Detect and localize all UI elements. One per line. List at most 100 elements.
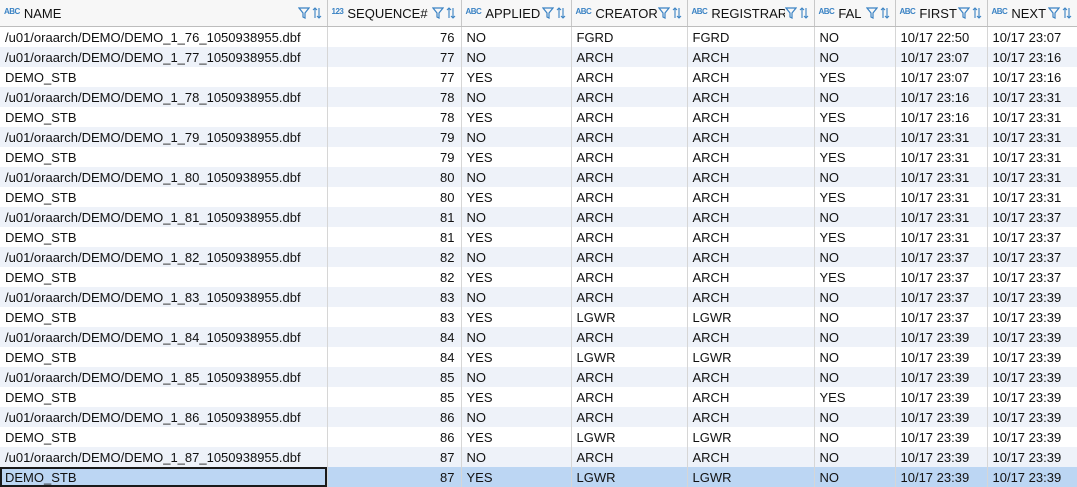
fal-cell[interactable]: NO xyxy=(814,307,896,327)
table-row[interactable]: DEMO_STB 82 YES ARCH ARCH YES 10/17 23:37 10/17… xyxy=(0,267,1077,287)
first-cell[interactable]: 10/17 23:39 xyxy=(895,447,988,467)
name-cell[interactable]: DEMO_STB xyxy=(0,467,328,487)
next-cell[interactable]: 10/17 23:39 xyxy=(987,467,1077,487)
sort-icon[interactable] xyxy=(672,6,684,20)
name-cell[interactable]: /u01/oraarch/DEMO/DEMO_1_78_1050938955.d… xyxy=(0,87,328,107)
table-row[interactable]: /u01/oraarch/DEMO/DEMO_1_85_1050938955.d… xyxy=(0,367,1077,387)
name-cell[interactable]: DEMO_STB xyxy=(0,147,328,167)
sort-icon[interactable] xyxy=(312,6,324,20)
sequence-cell[interactable]: 79 xyxy=(327,127,462,147)
sort-icon[interactable] xyxy=(446,6,458,20)
name-cell[interactable]: DEMO_STB xyxy=(0,107,328,127)
table-row[interactable]: /u01/oraarch/DEMO/DEMO_1_87_1050938955.d… xyxy=(0,447,1077,467)
first-cell[interactable]: 10/17 23:31 xyxy=(895,207,988,227)
filter-icon[interactable] xyxy=(297,6,310,20)
registrar-cell[interactable]: LGWR xyxy=(687,467,815,487)
name-cell[interactable]: DEMO_STB xyxy=(0,387,328,407)
creator-cell[interactable]: ARCH xyxy=(571,327,688,347)
sequence-cell[interactable]: 79 xyxy=(327,147,462,167)
table-row[interactable]: /u01/oraarch/DEMO/DEMO_1_81_1050938955.d… xyxy=(0,207,1077,227)
applied-cell[interactable]: NO xyxy=(461,87,572,107)
first-cell[interactable]: 10/17 23:31 xyxy=(895,127,988,147)
next-cell[interactable]: 10/17 23:39 xyxy=(987,327,1077,347)
registrar-cell[interactable]: ARCH xyxy=(687,207,815,227)
registrar-cell[interactable]: ARCH xyxy=(687,147,815,167)
fal-cell[interactable]: NO xyxy=(814,287,896,307)
applied-cell[interactable]: YES xyxy=(461,187,572,207)
applied-cell[interactable]: NO xyxy=(461,327,572,347)
sort-icon[interactable] xyxy=(880,6,892,20)
sequence-cell[interactable]: 77 xyxy=(327,67,462,87)
applied-cell[interactable]: NO xyxy=(461,287,572,307)
creator-cell[interactable]: ARCH xyxy=(571,367,688,387)
name-cell[interactable]: DEMO_STB xyxy=(0,307,328,327)
name-cell[interactable]: /u01/oraarch/DEMO/DEMO_1_80_1050938955.d… xyxy=(0,167,328,187)
sequence-cell[interactable]: 84 xyxy=(327,347,462,367)
table-row[interactable]: /u01/oraarch/DEMO/DEMO_1_82_1050938955.d… xyxy=(0,247,1077,267)
applied-cell[interactable]: YES xyxy=(461,427,572,447)
name-cell[interactable]: DEMO_STB xyxy=(0,227,328,247)
next-cell[interactable]: 10/17 23:39 xyxy=(987,307,1077,327)
name-cell[interactable]: DEMO_STB xyxy=(0,427,328,447)
name-cell[interactable]: /u01/oraarch/DEMO/DEMO_1_84_1050938955.d… xyxy=(0,327,328,347)
sequence-cell[interactable]: 81 xyxy=(327,207,462,227)
first-cell[interactable]: 10/17 23:31 xyxy=(895,147,988,167)
next-cell[interactable]: 10/17 23:07 xyxy=(987,26,1077,47)
column-header-sequence[interactable]: 123 SEQUENCE# xyxy=(327,0,462,27)
table-row[interactable]: /u01/oraarch/DEMO/DEMO_1_86_1050938955.d… xyxy=(0,407,1077,427)
registrar-cell[interactable]: ARCH xyxy=(687,107,815,127)
fal-cell[interactable]: YES xyxy=(814,187,896,207)
creator-cell[interactable]: ARCH xyxy=(571,287,688,307)
first-cell[interactable]: 10/17 23:39 xyxy=(895,467,988,487)
name-cell[interactable]: DEMO_STB xyxy=(0,67,328,87)
sequence-cell[interactable]: 81 xyxy=(327,227,462,247)
next-cell[interactable]: 10/17 23:31 xyxy=(987,187,1077,207)
first-cell[interactable]: 10/17 23:39 xyxy=(895,347,988,367)
fal-cell[interactable]: YES xyxy=(814,107,896,127)
name-cell[interactable]: DEMO_STB xyxy=(0,187,328,207)
applied-cell[interactable]: YES xyxy=(461,267,572,287)
fal-cell[interactable]: YES xyxy=(814,267,896,287)
name-cell[interactable]: /u01/oraarch/DEMO/DEMO_1_81_1050938955.d… xyxy=(0,207,328,227)
sequence-cell[interactable]: 76 xyxy=(327,26,462,47)
column-header-registrar[interactable]: ABC REGISTRAR xyxy=(687,0,815,27)
creator-cell[interactable]: ARCH xyxy=(571,407,688,427)
table-row[interactable]: DEMO_STB 83 YES LGWR LGWR NO 10/17 23:37 10/17 … xyxy=(0,307,1077,327)
applied-cell[interactable]: NO xyxy=(461,407,572,427)
registrar-cell[interactable]: FGRD xyxy=(687,26,815,47)
registrar-cell[interactable]: ARCH xyxy=(687,387,815,407)
fal-cell[interactable]: NO xyxy=(814,427,896,447)
creator-cell[interactable]: ARCH xyxy=(571,107,688,127)
column-header-creator[interactable]: ABC CREATOR xyxy=(571,0,688,27)
next-cell[interactable]: 10/17 23:39 xyxy=(987,367,1077,387)
fal-cell[interactable]: NO xyxy=(814,367,896,387)
creator-cell[interactable]: ARCH xyxy=(571,87,688,107)
applied-cell[interactable]: YES xyxy=(461,107,572,127)
applied-cell[interactable]: NO xyxy=(461,247,572,267)
table-row[interactable]: /u01/oraarch/DEMO/DEMO_1_77_1050938955.d… xyxy=(0,47,1077,67)
fal-cell[interactable]: NO xyxy=(814,327,896,347)
fal-cell[interactable]: NO xyxy=(814,26,896,47)
creator-cell[interactable]: ARCH xyxy=(571,167,688,187)
next-cell[interactable]: 10/17 23:39 xyxy=(987,447,1077,467)
column-header-next[interactable]: ABC NEXT xyxy=(987,0,1077,27)
next-cell[interactable]: 10/17 23:37 xyxy=(987,207,1077,227)
creator-cell[interactable]: ARCH xyxy=(571,267,688,287)
applied-cell[interactable]: YES xyxy=(461,67,572,87)
table-row[interactable]: /u01/oraarch/DEMO/DEMO_1_79_1050938955.d… xyxy=(0,127,1077,147)
creator-cell[interactable]: ARCH xyxy=(571,47,688,67)
fal-cell[interactable]: NO xyxy=(814,447,896,467)
creator-cell[interactable]: ARCH xyxy=(571,387,688,407)
next-cell[interactable]: 10/17 23:31 xyxy=(987,147,1077,167)
creator-cell[interactable]: ARCH xyxy=(571,127,688,147)
next-cell[interactable]: 10/17 23:31 xyxy=(987,107,1077,127)
registrar-cell[interactable]: ARCH xyxy=(687,367,815,387)
creator-cell[interactable]: ARCH xyxy=(571,207,688,227)
table-row[interactable]: /u01/oraarch/DEMO/DEMO_1_76_1050938955.d… xyxy=(0,26,1077,47)
first-cell[interactable]: 10/17 23:16 xyxy=(895,107,988,127)
registrar-cell[interactable]: ARCH xyxy=(687,227,815,247)
next-cell[interactable]: 10/17 23:31 xyxy=(987,87,1077,107)
applied-cell[interactable]: YES xyxy=(461,467,572,487)
creator-cell[interactable]: LGWR xyxy=(571,347,688,367)
registrar-cell[interactable]: ARCH xyxy=(687,267,815,287)
